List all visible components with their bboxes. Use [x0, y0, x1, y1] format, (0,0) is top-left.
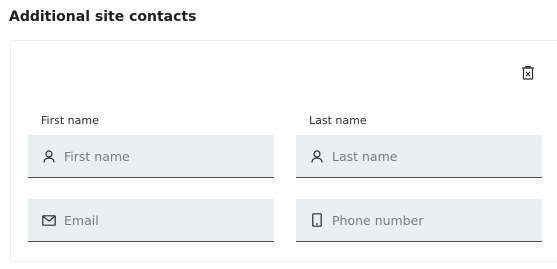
last-name-label: Last name [309, 114, 367, 127]
first-name-input[interactable] [64, 148, 254, 164]
email-input[interactable] [64, 212, 254, 228]
person-icon [42, 149, 56, 163]
envelope-icon [42, 213, 56, 227]
trash-icon [521, 65, 535, 84]
last-name-field[interactable] [296, 135, 542, 178]
person-icon [310, 149, 324, 163]
delete-contact-button[interactable] [518, 64, 538, 84]
first-name-label: First name [41, 114, 99, 127]
mobile-phone-icon [310, 213, 324, 227]
phone-field[interactable] [296, 199, 542, 242]
last-name-input[interactable] [332, 148, 522, 164]
phone-input[interactable] [332, 212, 522, 228]
section-title: Additional site contacts [9, 9, 197, 25]
email-field[interactable] [28, 199, 274, 242]
first-name-field[interactable] [28, 135, 274, 178]
